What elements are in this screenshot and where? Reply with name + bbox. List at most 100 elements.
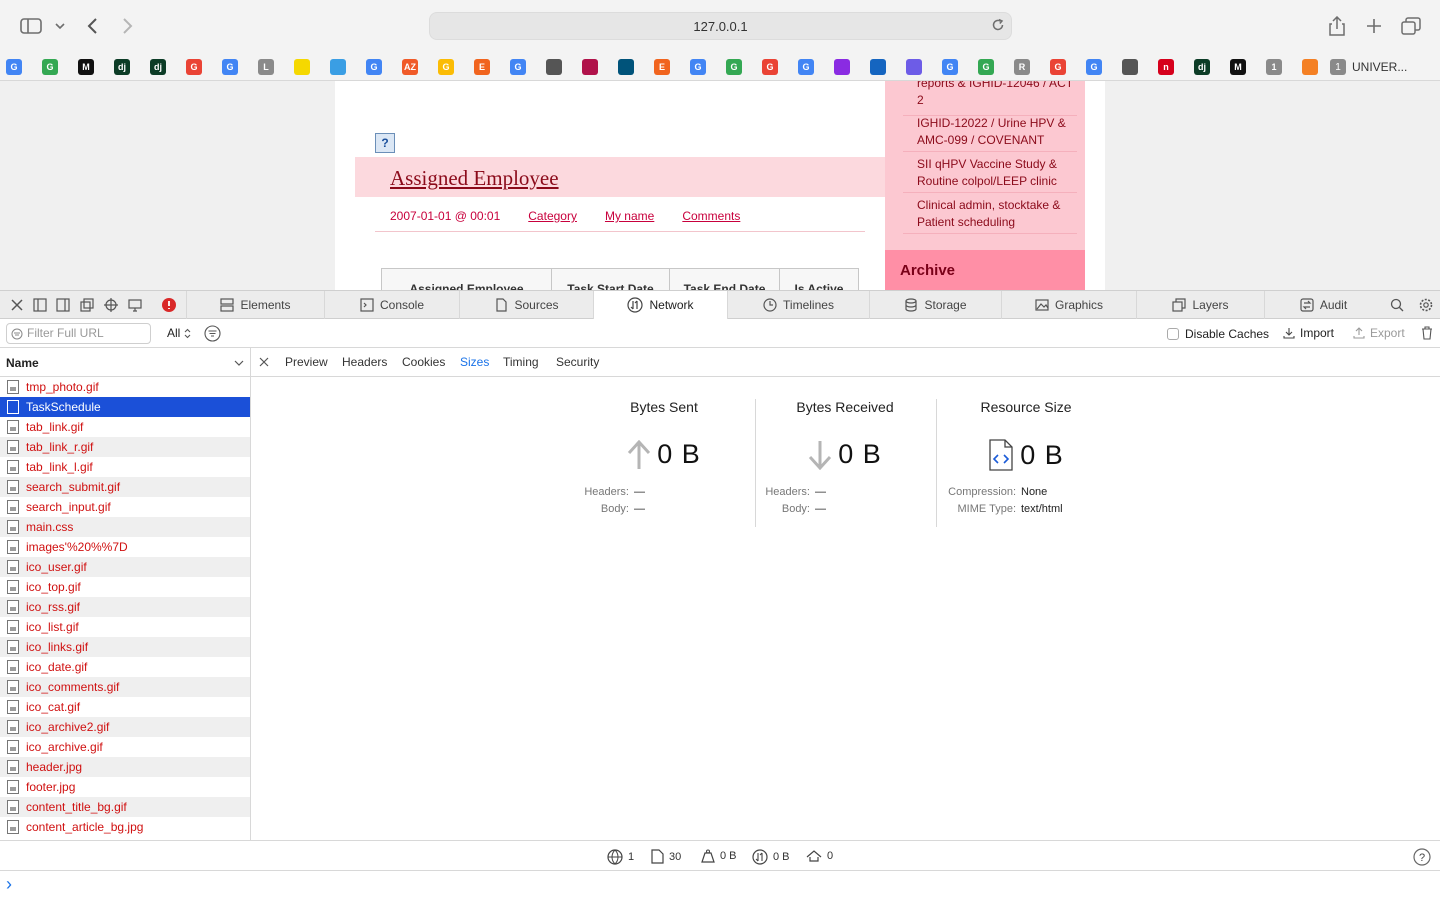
resource-list-header[interactable]: Name <box>0 348 251 377</box>
django-icon[interactable]: dj <box>114 59 130 75</box>
resource-row[interactable]: TaskSchedule <box>0 397 250 417</box>
google-icon[interactable]: G <box>510 59 526 75</box>
help-icon[interactable]: ? <box>1413 848 1431 866</box>
triangle-icon[interactable] <box>618 59 634 75</box>
resource-row[interactable]: ico_date.gif <box>0 657 250 677</box>
category-link[interactable]: Category <box>528 209 577 223</box>
burst-icon[interactable] <box>582 59 598 75</box>
yellow-square-icon[interactable] <box>294 59 310 75</box>
comments-link[interactable]: Comments <box>682 209 740 223</box>
tab-cookies[interactable]: Cookies <box>402 355 445 369</box>
post-title[interactable]: Assigned Employee <box>390 166 559 191</box>
tab-sources[interactable]: Sources <box>459 291 593 319</box>
az-icon[interactable]: AZ <box>402 59 418 75</box>
resource-row[interactable]: ico_links.gif <box>0 637 250 657</box>
resource-row[interactable]: tab_link.gif <box>0 417 250 437</box>
tab-overview-icon[interactable] <box>1400 12 1422 40</box>
resource-row[interactable]: search_input.gif <box>0 497 250 517</box>
resource-row[interactable]: search_submit.gif <box>0 477 250 497</box>
resource-row[interactable]: tab_link_l.gif <box>0 457 250 477</box>
purple-leaf-icon[interactable] <box>834 59 850 75</box>
cube-icon[interactable] <box>330 59 346 75</box>
resource-type-select[interactable]: All <box>167 326 191 340</box>
resource-row[interactable]: tmp_photo.gif <box>0 377 250 397</box>
red-n-icon[interactable]: n <box>1158 59 1174 75</box>
letter-l-icon[interactable]: L <box>258 59 274 75</box>
stack-icon[interactable] <box>1302 59 1318 75</box>
dock-right-icon[interactable] <box>56 298 70 312</box>
tab-elements[interactable]: Elements <box>186 291 324 319</box>
django-icon[interactable]: dj <box>1194 59 1210 75</box>
tab-security[interactable]: Security <box>556 355 599 369</box>
reload-icon[interactable] <box>991 18 1005 35</box>
tab-storage[interactable]: Storage <box>869 291 1001 319</box>
google-icon[interactable]: G <box>438 59 454 75</box>
tab-audit[interactable]: Audit <box>1264 291 1382 319</box>
filter-url-input[interactable]: Filter Full URL <box>6 323 151 344</box>
sidebar-link[interactable]: Clinical admin, stocktake & Patient sche… <box>917 197 1082 231</box>
chevron-down-icon[interactable] <box>234 359 244 367</box>
number-one-icon[interactable]: 1 <box>1266 59 1282 75</box>
resource-row[interactable]: header.jpg <box>0 757 250 777</box>
resource-row[interactable]: ico_rss.gif <box>0 597 250 617</box>
import-button[interactable]: Import <box>1283 326 1334 340</box>
resource-row[interactable]: ico_archive2.gif <box>0 717 250 737</box>
resource-row[interactable]: content_title_bg.gif <box>0 797 250 817</box>
tab-timing[interactable]: Timing <box>503 355 539 369</box>
author-link[interactable]: My name <box>605 209 654 223</box>
address-bar[interactable]: 127.0.0.1 <box>429 12 1012 40</box>
back-icon[interactable] <box>82 12 102 40</box>
google-icon[interactable]: G <box>186 59 202 75</box>
device-settings-icon[interactable] <box>128 298 142 312</box>
django-icon[interactable]: dj <box>150 59 166 75</box>
mail-icon[interactable] <box>906 59 922 75</box>
resource-row[interactable]: images'%20%%7D <box>0 537 250 557</box>
tab-preview[interactable]: Preview <box>285 355 328 369</box>
help-icon[interactable]: ? <box>375 133 395 153</box>
share-icon[interactable] <box>1326 12 1348 40</box>
sidebar-toggle-icon[interactable] <box>18 12 44 40</box>
resource-row[interactable]: ico_cat.gif <box>0 697 250 717</box>
tab-sizes[interactable]: Sizes <box>460 355 489 369</box>
tab-layers[interactable]: Layers <box>1136 291 1264 319</box>
google-icon[interactable]: G <box>978 59 994 75</box>
resource-row[interactable]: tab_link_r.gif <box>0 437 250 457</box>
close-inspector-icon[interactable] <box>10 298 24 312</box>
zoho-icon[interactable] <box>870 59 886 75</box>
resource-row[interactable]: footer.jpg <box>0 777 250 797</box>
google-icon[interactable]: G <box>726 59 742 75</box>
search-icon[interactable] <box>1390 298 1404 312</box>
detach-window-icon[interactable] <box>80 298 94 312</box>
chevron-down-icon[interactable] <box>52 12 68 40</box>
disable-caches-checkbox[interactable] <box>1167 328 1179 340</box>
sidebar-link[interactable]: IGHID-12022 / Urine HPV & AMC-099 / COVE… <box>917 115 1082 149</box>
google-icon[interactable]: G <box>1086 59 1102 75</box>
quick-console[interactable]: › <box>0 870 1440 900</box>
tab-network[interactable]: Network <box>593 291 727 319</box>
lock-icon[interactable] <box>546 59 562 75</box>
disable-caches-toggle[interactable]: Disable Caches <box>1167 327 1269 341</box>
google-icon[interactable]: G <box>798 59 814 75</box>
dock-left-icon[interactable] <box>33 298 47 312</box>
tab-graphics[interactable]: Graphics <box>1001 291 1136 319</box>
crosshair-icon[interactable] <box>104 298 118 312</box>
resource-row[interactable]: ico_list.gif <box>0 617 250 637</box>
resource-row[interactable]: ico_user.gif <box>0 557 250 577</box>
etsy-icon[interactable]: E <box>474 59 490 75</box>
trash-icon[interactable] <box>1421 326 1433 340</box>
google-icon[interactable]: G <box>942 59 958 75</box>
medium-icon[interactable]: M <box>1230 59 1246 75</box>
google-icon[interactable]: G <box>222 59 238 75</box>
google-icon[interactable]: G <box>6 59 22 75</box>
sidebar-link[interactable]: SII qHPV Vaccine Study & Routine colpol/… <box>917 156 1082 190</box>
google-icon[interactable]: G <box>690 59 706 75</box>
medium-icon[interactable]: M <box>78 59 94 75</box>
close-detail-icon[interactable] <box>259 357 269 367</box>
export-button[interactable]: Export <box>1353 326 1405 340</box>
pinned-tab[interactable]: 1 UNIVER... <box>1330 56 1430 78</box>
sidebar-link[interactable]: reports & IGHID-12046 / ACT 2 <box>917 81 1082 109</box>
etsy-icon[interactable]: E <box>654 59 670 75</box>
resource-row[interactable]: ico_archive.gif <box>0 737 250 757</box>
forward-icon[interactable] <box>118 12 138 40</box>
resource-row[interactable]: main.css <box>0 517 250 537</box>
